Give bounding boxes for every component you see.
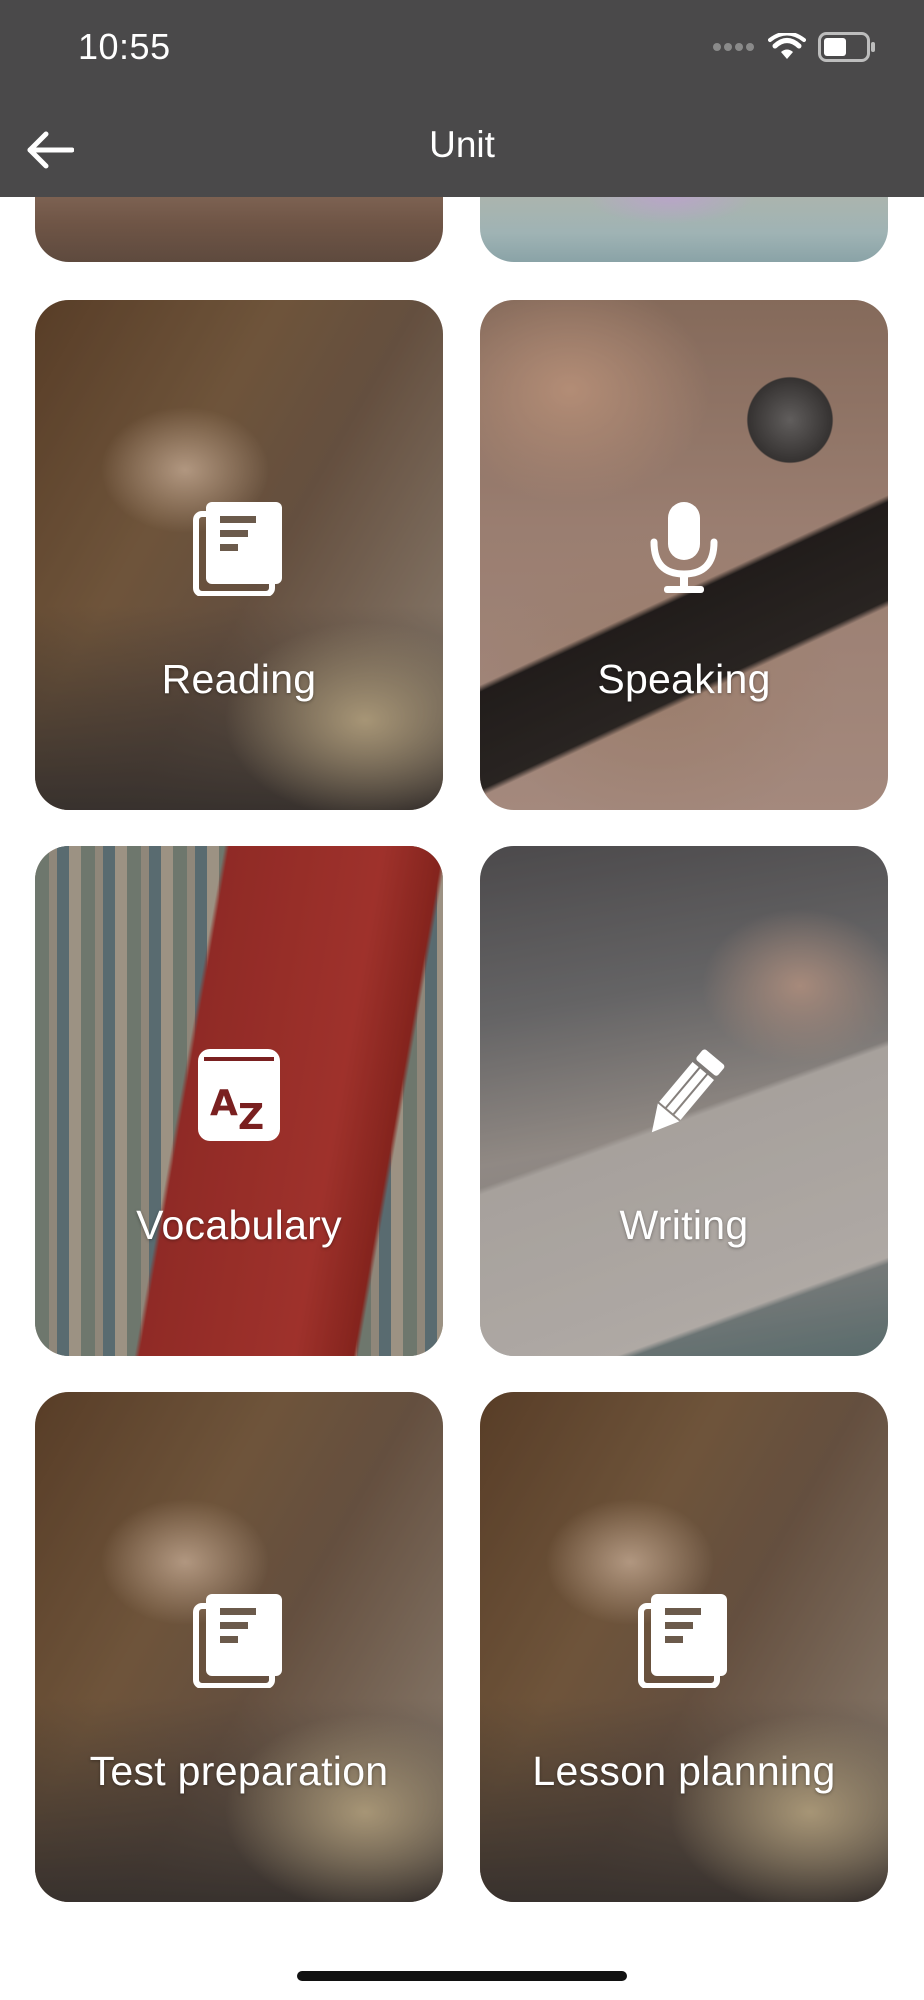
- card-label: Test preparation: [89, 1748, 389, 1794]
- card-label: Speaking: [597, 656, 771, 702]
- card-reading[interactable]: Reading: [35, 300, 443, 810]
- svg-text:A: A: [210, 1083, 238, 1124]
- card-lesson-planning[interactable]: Lesson planning: [480, 1392, 888, 1902]
- card-writing[interactable]: Writing: [480, 846, 888, 1356]
- dictionary-az-icon: A Z: [35, 1042, 443, 1146]
- card-test-preparation[interactable]: Test preparation: [35, 1392, 443, 1902]
- wifi-icon: [768, 33, 806, 59]
- status-time: 10:55: [78, 26, 171, 67]
- home-indicator[interactable]: [297, 1971, 627, 1981]
- book-icon: [480, 1588, 888, 1692]
- page-title: Unit: [429, 124, 495, 165]
- unit-card-grid: Reading Speaking A Z Vocabulary Writing …: [0, 0, 924, 2000]
- card-vocabulary[interactable]: A Z Vocabulary: [35, 846, 443, 1356]
- battery-icon: [818, 32, 875, 62]
- svg-text:Z: Z: [238, 1097, 264, 1138]
- book-icon: [35, 496, 443, 600]
- card-label: Vocabulary: [136, 1202, 342, 1248]
- pencil-icon: [480, 1042, 888, 1146]
- card-speaking[interactable]: Speaking: [480, 300, 888, 810]
- card-label: Lesson planning: [532, 1748, 836, 1794]
- book-icon: [35, 1588, 443, 1692]
- cellular-signal-icon: [713, 43, 754, 51]
- card-label: Reading: [161, 656, 317, 702]
- app-header: 10:55 Unit: [0, 0, 924, 197]
- status-icons: [712, 32, 876, 62]
- unit-screen: Reading Speaking A Z Vocabulary Writing …: [0, 0, 924, 2000]
- microphone-icon: [480, 496, 888, 600]
- card-label: Writing: [619, 1202, 749, 1248]
